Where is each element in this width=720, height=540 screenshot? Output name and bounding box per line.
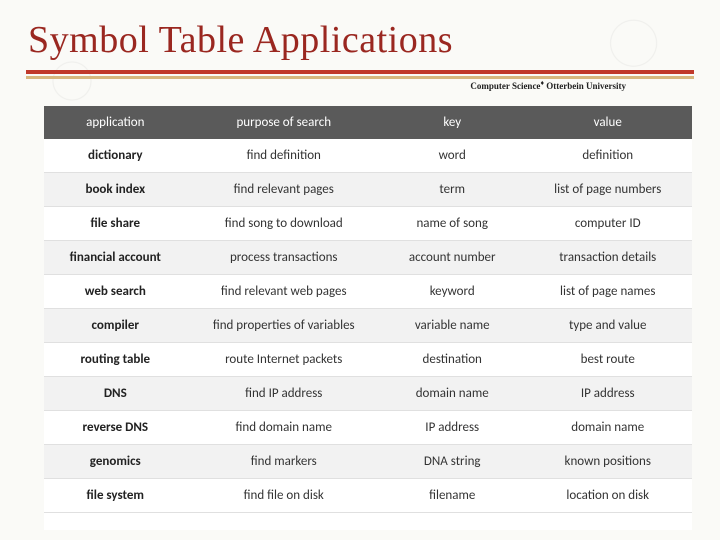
cell-app: reverse DNS — [44, 411, 187, 445]
cell-value: best route — [523, 343, 692, 377]
cell-purpose: process transactions — [187, 241, 381, 275]
cell-purpose: route Internet packets — [187, 343, 381, 377]
table-row: financial accountprocess transactionsacc… — [44, 241, 692, 275]
cell-key: name of song — [381, 207, 524, 241]
cell-key: IP address — [381, 411, 524, 445]
cell-app: financial account — [44, 241, 187, 275]
cell-value: known positions — [523, 445, 692, 479]
cell-purpose: find file on disk — [187, 479, 381, 513]
cell-key: DNA string — [381, 445, 524, 479]
cell-purpose: find domain name — [187, 411, 381, 445]
rule-red — [26, 70, 694, 74]
cell-app: file share — [44, 207, 187, 241]
table-row: file systemfind file on diskfilenameloca… — [44, 479, 692, 513]
cell-key: term — [381, 173, 524, 207]
table-row: web searchfind relevant web pageskeyword… — [44, 275, 692, 309]
table-header-row: application purpose of search key value — [44, 106, 692, 139]
th-key: key — [381, 106, 524, 139]
cell-value: list of page names — [523, 275, 692, 309]
cell-value: location on disk — [523, 479, 692, 513]
cell-value: IP address — [523, 377, 692, 411]
table-container: application purpose of search key value … — [44, 106, 692, 530]
cell-purpose: find definition — [187, 139, 381, 173]
affiliation: Computer Science♦ Otterbein University — [466, 79, 630, 91]
table-row: routing tableroute Internet packetsdesti… — [44, 343, 692, 377]
cell-key: account number — [381, 241, 524, 275]
divider-rules — [26, 70, 694, 79]
diamond-icon: ♦ — [540, 79, 544, 87]
table-row: book indexfind relevant pagestermlist of… — [44, 173, 692, 207]
cell-app: file system — [44, 479, 187, 513]
table-row: reverse DNSfind domain nameIP addressdom… — [44, 411, 692, 445]
table-row: dictionaryfind definitionworddefinition — [44, 139, 692, 173]
cell-purpose: find relevant web pages — [187, 275, 381, 309]
cell-key: domain name — [381, 377, 524, 411]
th-value: value — [523, 106, 692, 139]
cell-purpose: find markers — [187, 445, 381, 479]
applications-table: application purpose of search key value … — [44, 106, 692, 513]
cell-purpose: find IP address — [187, 377, 381, 411]
cell-value: list of page numbers — [523, 173, 692, 207]
cell-app: routing table — [44, 343, 187, 377]
cell-value: definition — [523, 139, 692, 173]
affiliation-prefix: Computer Science — [470, 81, 540, 91]
cell-value: transaction details — [523, 241, 692, 275]
cell-app: web search — [44, 275, 187, 309]
cell-key: filename — [381, 479, 524, 513]
cell-key: word — [381, 139, 524, 173]
cell-value: type and value — [523, 309, 692, 343]
table-row: genomicsfind markersDNA stringknown posi… — [44, 445, 692, 479]
cell-key: destination — [381, 343, 524, 377]
cell-purpose: find relevant pages — [187, 173, 381, 207]
cell-app: book index — [44, 173, 187, 207]
table-row: DNSfind IP addressdomain nameIP address — [44, 377, 692, 411]
th-purpose: purpose of search — [187, 106, 381, 139]
th-application: application — [44, 106, 187, 139]
cell-key: variable name — [381, 309, 524, 343]
table-row: file sharefind song to downloadname of s… — [44, 207, 692, 241]
page-title: Symbol Table Applications — [0, 0, 720, 68]
cell-purpose: find song to download — [187, 207, 381, 241]
cell-app: compiler — [44, 309, 187, 343]
cell-purpose: find properties of variables — [187, 309, 381, 343]
affiliation-suffix: Otterbein University — [546, 81, 626, 91]
cell-value: domain name — [523, 411, 692, 445]
cell-key: keyword — [381, 275, 524, 309]
cell-app: dictionary — [44, 139, 187, 173]
cell-app: DNS — [44, 377, 187, 411]
cell-value: computer ID — [523, 207, 692, 241]
cell-app: genomics — [44, 445, 187, 479]
table-row: compilerfind properties of variablesvari… — [44, 309, 692, 343]
slide: Symbol Table Applications Computer Scien… — [0, 0, 720, 540]
